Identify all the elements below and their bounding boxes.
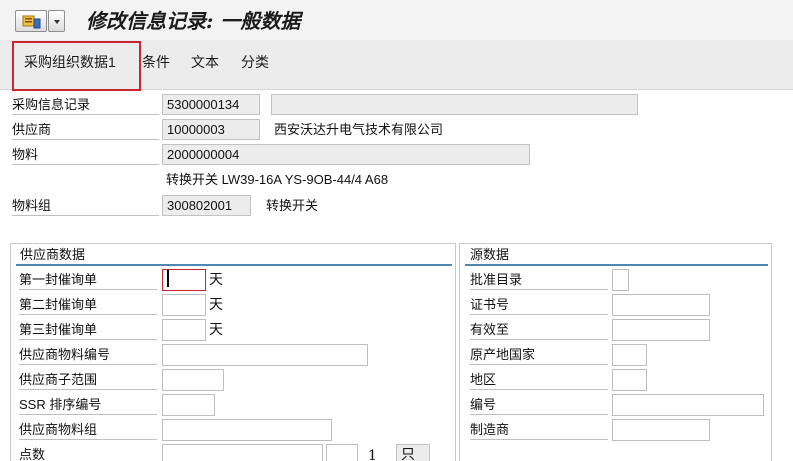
manufacturer-label: 制造商 xyxy=(470,420,608,440)
ssr-sort-label: SSR 排序编号 xyxy=(19,395,157,415)
reminder2-input[interactable] xyxy=(162,294,206,316)
points-per-input[interactable] xyxy=(326,444,358,461)
valid-to-label: 有效至 xyxy=(470,320,608,340)
reminder2-label: 第二封催询单 xyxy=(19,295,157,315)
material-group-field[interactable]: 300802001 xyxy=(162,195,251,216)
approved-list-checkbox[interactable] xyxy=(612,269,629,291)
tab-highlight-frame xyxy=(12,41,141,91)
material-field[interactable]: 2000000004 xyxy=(162,144,530,165)
vendor-field[interactable]: 10000003 xyxy=(162,119,260,140)
points-input[interactable] xyxy=(162,444,323,461)
vendor-label: 供应商 xyxy=(12,120,159,140)
points-per-value: 1 xyxy=(368,448,377,461)
vendor-data-title: 供应商数据 xyxy=(20,247,86,262)
reminder1-unit: 天 xyxy=(209,272,223,288)
points-unit-field[interactable]: 只 xyxy=(396,444,430,461)
material-group-desc: 转换开关 xyxy=(266,198,319,213)
certificate-no-label: 证书号 xyxy=(470,295,608,315)
reminder3-unit: 天 xyxy=(209,322,223,338)
info-record-desc-field xyxy=(271,94,638,115)
vendor-material-no-label: 供应商物料编号 xyxy=(19,345,157,365)
country-origin-label: 原产地国家 xyxy=(470,345,608,365)
manufacturer-input[interactable] xyxy=(612,419,710,441)
reminder2-unit: 天 xyxy=(209,297,223,313)
number-label: 编号 xyxy=(470,395,608,415)
vendor-subrange-label: 供应商子范围 xyxy=(19,370,157,390)
vendor-material-group-input[interactable] xyxy=(162,419,332,441)
text-cursor xyxy=(167,270,169,287)
tab-texts[interactable]: 文本 xyxy=(191,52,219,72)
vendor-subrange-input[interactable] xyxy=(162,369,224,391)
origin-data-title: 源数据 xyxy=(470,247,510,262)
info-record-label: 采购信息记录 xyxy=(12,95,159,115)
material-description: 转换开关 LW39-16A YS-9OB-44/4 A68 xyxy=(166,172,389,187)
system-menu-button[interactable] xyxy=(15,10,47,32)
tab-classification[interactable]: 分类 xyxy=(241,52,269,72)
number-input[interactable] xyxy=(612,394,764,416)
valid-to-input[interactable] xyxy=(612,319,710,341)
material-group-label: 物料组 xyxy=(12,196,159,216)
vendor-name: 西安沃达升电气技术有限公司 xyxy=(274,122,444,137)
ssr-sort-input[interactable] xyxy=(162,394,215,416)
tab-conditions[interactable]: 条件 xyxy=(142,52,170,72)
vendor-material-no-input[interactable] xyxy=(162,344,368,366)
triangle-down-icon xyxy=(54,20,60,24)
page-title: 修改信息记录: 一般数据 xyxy=(86,9,301,33)
vendor-material-group-label: 供应商物料组 xyxy=(19,420,157,440)
country-origin-input[interactable] xyxy=(612,344,647,366)
region-label: 地区 xyxy=(470,370,608,390)
reminder1-label: 第一封催询单 xyxy=(19,270,157,290)
region-input[interactable] xyxy=(612,369,647,391)
system-menu-dropdown[interactable] xyxy=(48,10,65,32)
approved-list-label: 批准目录 xyxy=(470,270,608,290)
system-menu-icon xyxy=(22,15,41,29)
certificate-no-input[interactable] xyxy=(612,294,710,316)
origin-data-title-line xyxy=(465,264,768,266)
info-record-field[interactable]: 5300000134 xyxy=(162,94,260,115)
reminder3-input[interactable] xyxy=(162,319,206,341)
vendor-data-title-line xyxy=(16,264,452,266)
reminder3-label: 第三封催询单 xyxy=(19,320,157,340)
points-label: 点数 xyxy=(19,447,46,461)
material-label: 物料 xyxy=(12,145,159,165)
